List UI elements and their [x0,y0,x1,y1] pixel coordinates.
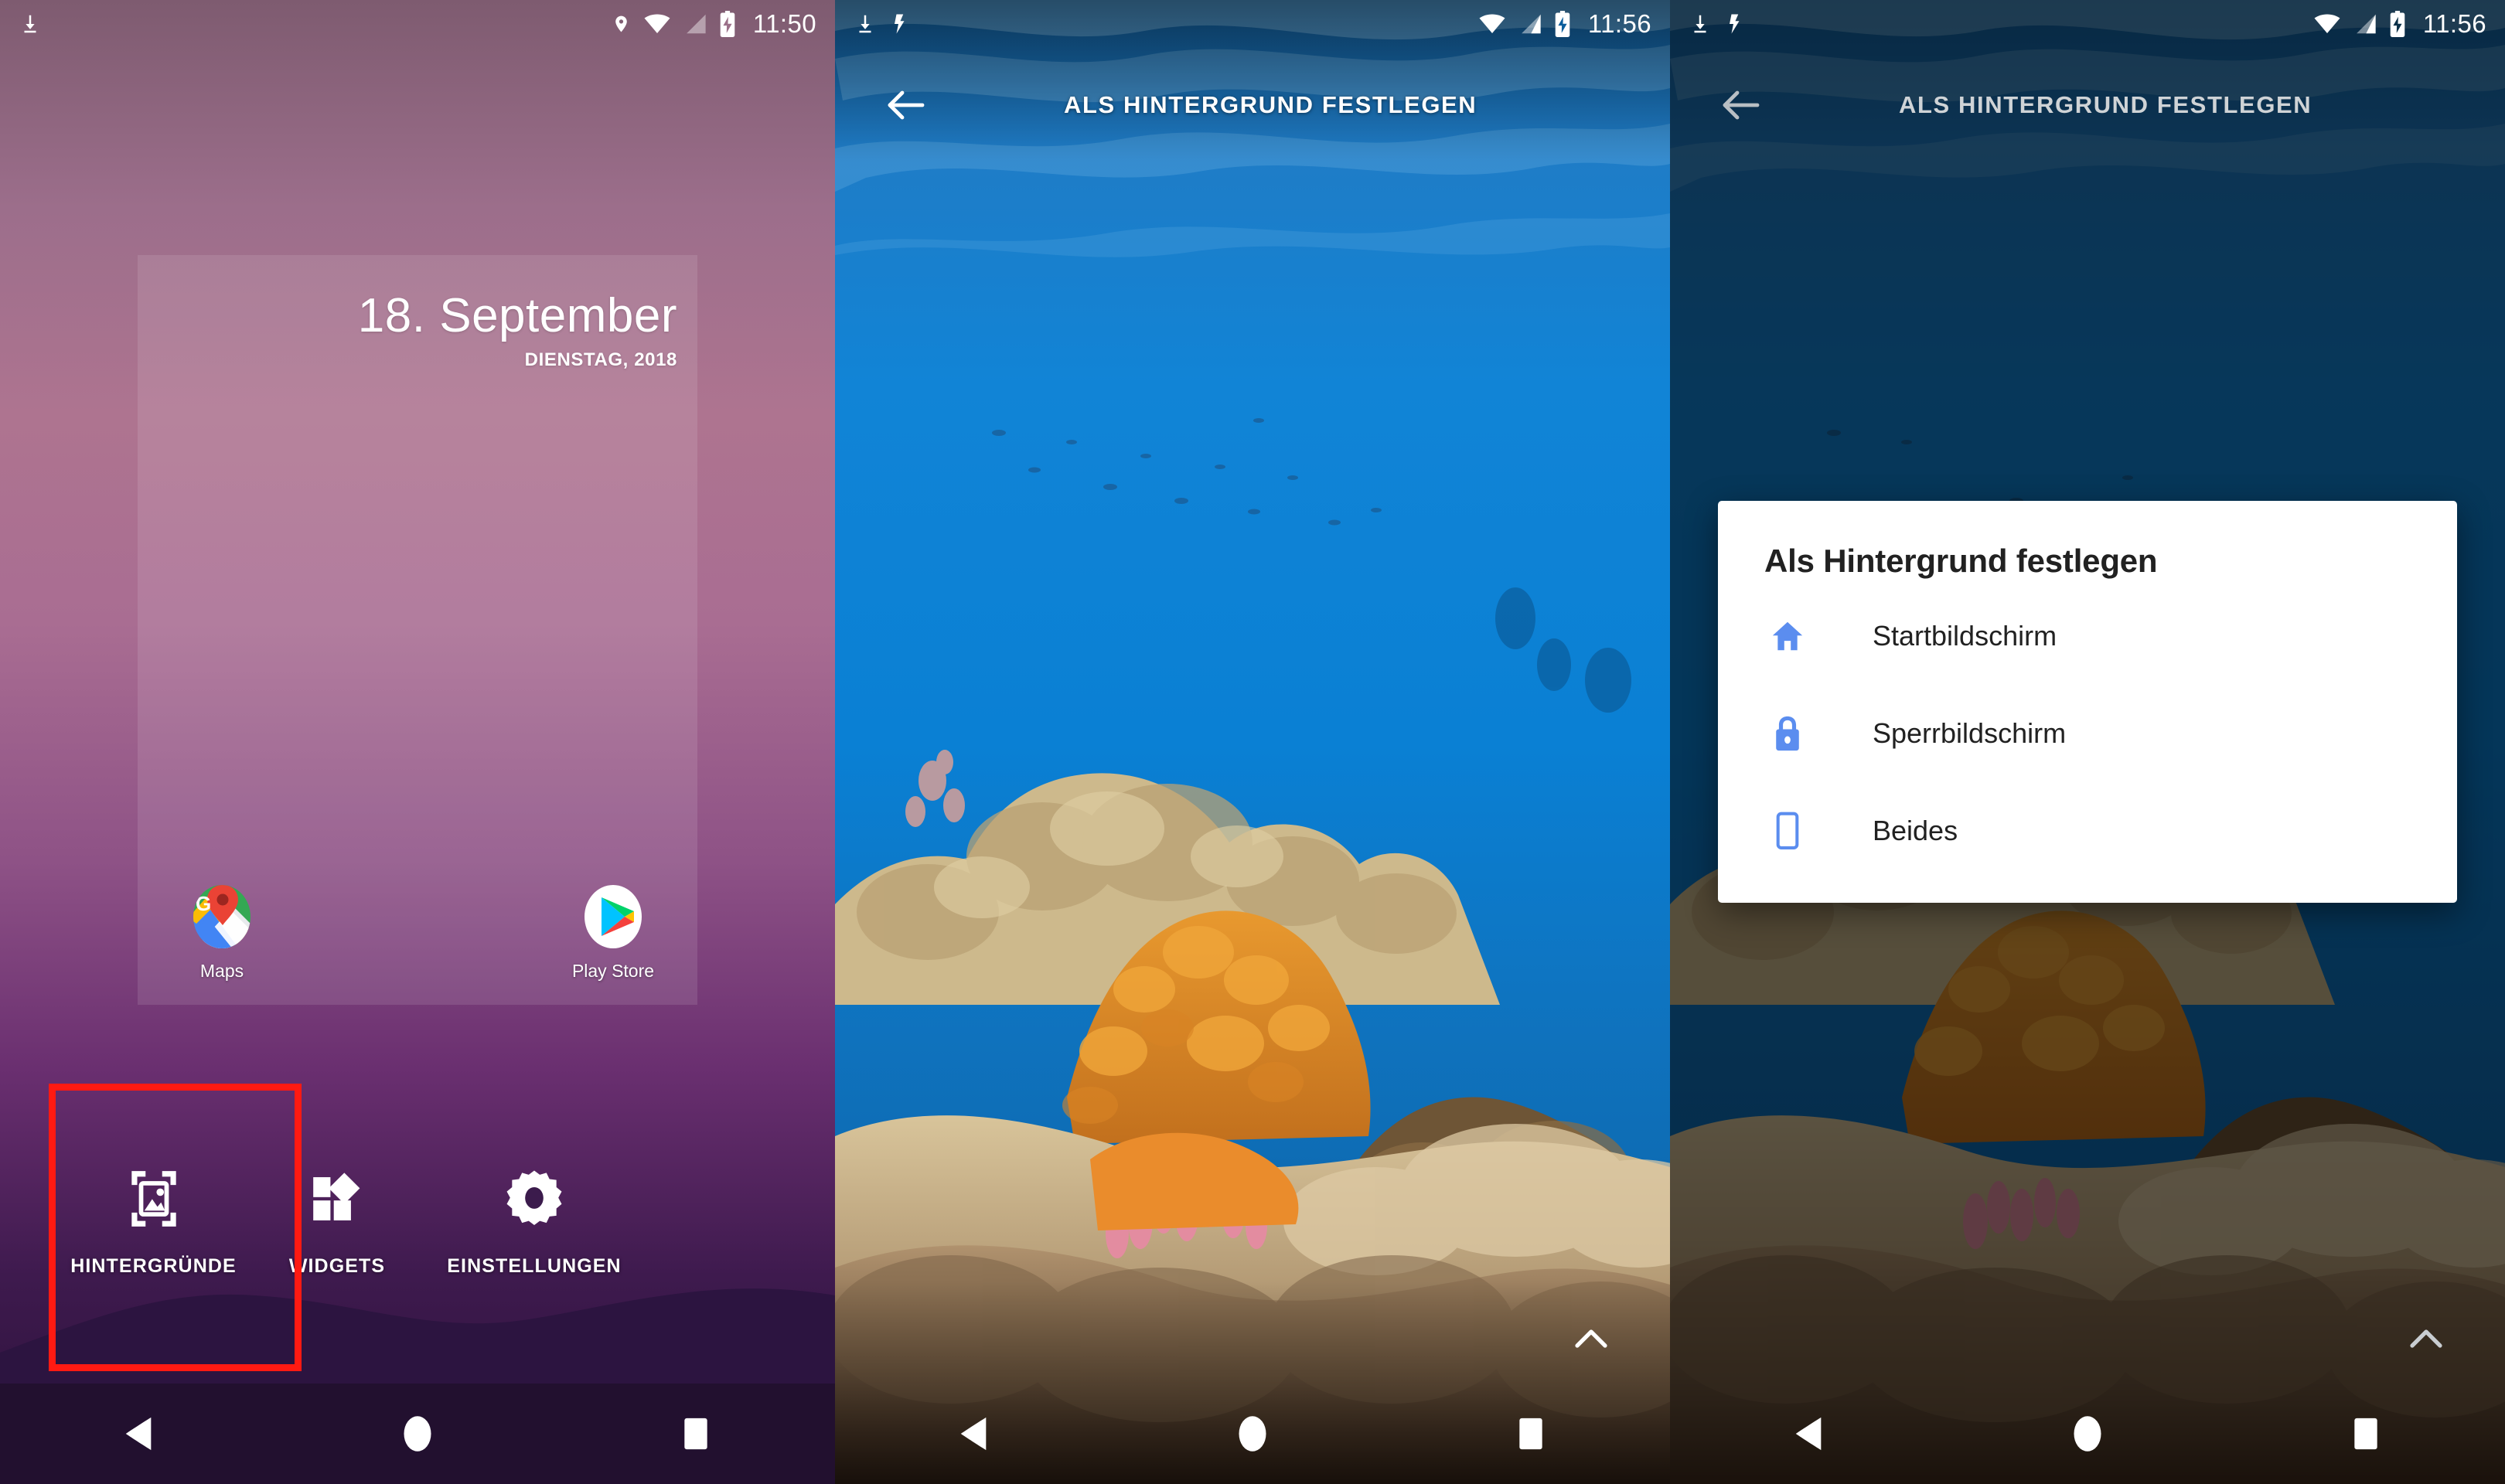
navigation-bar-preview [835,1384,1670,1484]
widget-weekday-text: DIENSTAG, 2018 [524,349,677,370]
navigation-bar-dialog-screen [1670,1384,2505,1484]
status-bar-right-icons: 11:56 [2313,9,2486,39]
status-bar-home: 11:50 [0,0,835,48]
battery-charging-icon [2390,11,2405,37]
nav-home-button[interactable] [2041,1387,2134,1480]
menu-item-wallpapers[interactable]: HINTERGRÜNDE [51,1132,256,1326]
dialog-option-label: Beides [1873,815,1958,846]
status-bar-dialog-screen: 11:56 [1670,0,2505,48]
panel-set-wallpaper-dialog: 11:56 ALS HINTERGRUND FESTLEGEN Als Hint… [1670,0,2505,1484]
back-arrow-icon [1723,90,1760,120]
wifi-icon [644,14,670,33]
set-wallpaper-title[interactable]: ALS HINTERGRUND FESTLEGEN [1064,91,1477,119]
status-bar-clock: 11:56 [2422,9,2486,38]
battery-charging-icon [720,11,735,37]
status-bar-right-icons: 11:56 [1478,9,1651,39]
back-button[interactable] [863,63,948,148]
status-bar-right-icons: 11:50 [612,9,816,39]
expand-handle[interactable] [1573,1327,1610,1354]
nav-back-button[interactable] [1763,1387,1856,1480]
status-bar-clock: 11:50 [752,9,816,38]
status-bar-clock: 11:56 [1587,9,1651,38]
navigation-bar-home [0,1384,835,1484]
google-maps-icon: G [193,885,250,948]
battery-charging-icon [1555,11,1570,37]
set-wallpaper-title[interactable]: ALS HINTERGRUND FESTLEGEN [1899,91,2312,119]
screenshot-triptych: 11:50 18. September DIENSTAG, 2018 G Map… [0,0,2505,1484]
dialog-option-label: Sperrbildschirm [1873,717,2067,749]
status-bar-left-icons [1689,12,1749,36]
gear-icon [506,1170,562,1226]
date-widget[interactable]: 18. September DIENSTAG, 2018 [358,292,677,371]
nav-recents-button[interactable] [649,1387,742,1480]
signal-icon [1521,14,1541,34]
signal-icon [2356,14,2376,34]
recents-square-icon [1519,1418,1542,1450]
back-triangle-icon [125,1417,152,1451]
nav-recents-button[interactable] [2319,1387,2412,1480]
nav-home-button[interactable] [371,1387,464,1480]
home-circle-icon [1239,1416,1266,1452]
status-bar-left-icons [854,12,914,36]
wallpaper-icon [131,1171,176,1227]
widgets-icon [313,1173,360,1220]
status-bar-left-icons [19,12,42,36]
phone-icon [1764,812,1811,850]
download-icon [1694,15,1706,33]
menu-item-widgets[interactable]: WIDGETS [256,1132,418,1278]
home-icon [1764,618,1811,654]
dialog-title: Als Hintergrund festlegen [1764,543,2158,579]
chevron-up-icon [1575,1329,1607,1348]
back-triangle-icon [1795,1417,1822,1451]
wallpaper-coral-reef[interactable] [835,0,1670,1484]
preview-app-bar: ALS HINTERGRUND FESTLEGEN [835,48,1670,162]
signal-icon [686,14,706,34]
menu-label-settings: EINSTELLUNGEN [447,1255,622,1277]
nav-recents-button[interactable] [1484,1387,1577,1480]
expand-handle[interactable] [2408,1327,2445,1354]
dialog-option-home-screen[interactable]: Startbildschirm [1718,587,2457,685]
status-bar-preview: 11:56 [835,0,1670,48]
home-circle-icon [404,1416,431,1452]
back-arrow-icon [888,90,925,120]
dialog-option-label: Startbildschirm [1873,620,2057,652]
nav-back-button[interactable] [93,1387,186,1480]
menu-label-widgets: WIDGETS [288,1255,386,1277]
home-widget-card[interactable]: 18. September DIENSTAG, 2018 G Maps Play… [138,255,697,1005]
app-label-play-store: Play Store [571,961,655,981]
location-icon [615,15,627,32]
download-icon [859,15,871,33]
app-icon-maps[interactable]: G Maps [164,883,280,982]
set-wallpaper-dialog: Als Hintergrund festlegen Startbildschir… [1718,501,2457,903]
vpn-key-icon [895,14,905,34]
app-label-maps: Maps [199,961,244,981]
home-longpress-menu: HINTERGRÜNDE WIDGETS EINSTELLUNGEN [0,1132,835,1326]
back-triangle-icon [960,1417,987,1451]
svg-text:G: G [196,892,211,915]
dialog-option-both[interactable]: Beides [1718,782,2457,880]
widget-date-text: 18. September [357,289,677,342]
wifi-icon [2314,14,2340,33]
preview-app-bar: ALS HINTERGRUND FESTLEGEN [1670,48,2505,162]
home-app-row: G Maps Play Store [138,883,697,982]
download-icon [24,15,36,33]
back-button[interactable] [1698,63,1783,148]
nav-back-button[interactable] [928,1387,1021,1480]
app-icon-play-store[interactable]: Play Store [555,883,671,982]
nav-home-button[interactable] [1206,1387,1299,1480]
chevron-up-icon [2410,1329,2442,1348]
panel-home-screen: 11:50 18. September DIENSTAG, 2018 G Map… [0,0,835,1484]
wifi-icon [1479,14,1505,33]
lock-icon [1764,715,1811,752]
vpn-key-icon [1730,14,1740,34]
menu-label-wallpapers: HINTERGRÜNDE [70,1255,237,1277]
menu-item-settings[interactable]: EINSTELLUNGEN [418,1132,650,1278]
home-circle-icon [2074,1416,2101,1452]
recents-square-icon [2354,1418,2377,1450]
dialog-option-lock-screen[interactable]: Sperrbildschirm [1718,685,2457,782]
google-play-icon [584,885,642,948]
panel-wallpaper-preview: 11:56 ALS HINTERGRUND FESTLEGEN [835,0,1670,1484]
recents-square-icon [684,1418,707,1450]
